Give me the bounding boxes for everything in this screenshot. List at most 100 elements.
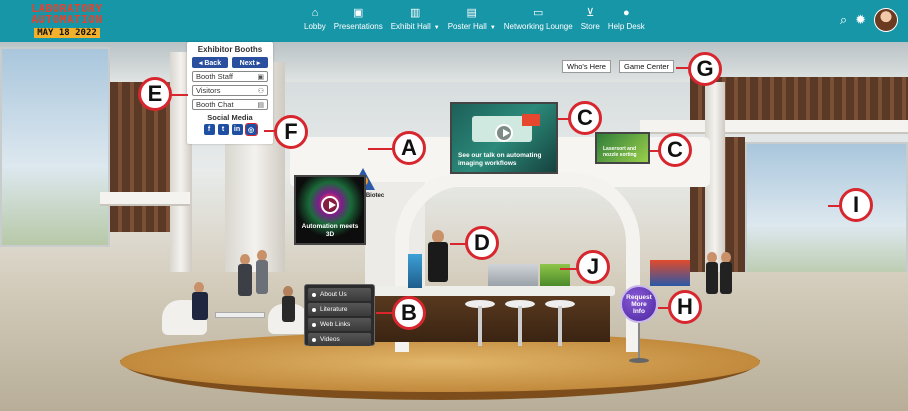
- chevron-down-icon: ▼: [433, 25, 440, 31]
- twitter-icon[interactable]: t: [217, 124, 229, 135]
- presentation-icon: ▣: [353, 7, 364, 19]
- callout-c-main: C: [568, 101, 602, 135]
- right-balcony: [640, 120, 908, 134]
- social-media-links: f t in ◎: [192, 123, 268, 136]
- field-label: Booth Chat: [196, 100, 234, 109]
- facebook-icon[interactable]: f: [203, 124, 215, 135]
- stool-leg: [478, 306, 482, 346]
- stool-leg: [558, 306, 562, 346]
- booth-chat-field[interactable]: Booth Chat ▤: [192, 99, 268, 110]
- lab-device[interactable]: [408, 254, 422, 288]
- exhibitor-panel-title: Exhibitor Booths: [197, 45, 263, 54]
- nav-label: Lobby: [304, 22, 326, 31]
- callout-h: H: [668, 290, 702, 324]
- ceiling: [0, 42, 908, 82]
- nav-label: Networking Lounge: [503, 22, 573, 31]
- right-window: [745, 142, 908, 282]
- menu-item-videos[interactable]: Videos: [308, 333, 371, 346]
- building-icon: ▥: [410, 7, 421, 19]
- chevron-down-icon: ▼: [489, 25, 496, 31]
- person-body: [706, 262, 718, 294]
- instagram-icon[interactable]: ◎: [244, 123, 258, 136]
- nav-exhibit-hall[interactable]: ▥ Exhibit Hall ▼: [387, 6, 444, 34]
- menu-item-web-links[interactable]: Web Links: [308, 318, 371, 331]
- top-navigation-bar: LABORATORY AUTOMATION MAY 18 2022 ⌂ Lobb…: [0, 0, 908, 42]
- person-body: [256, 260, 268, 294]
- home-icon: ⌂: [311, 7, 319, 19]
- nav-label: Poster Hall ▼: [448, 21, 496, 34]
- gear-icon[interactable]: ✹: [855, 12, 866, 28]
- avatar[interactable]: [874, 8, 898, 32]
- search-icon[interactable]: ⌕: [840, 12, 847, 28]
- bullet-icon: [312, 307, 316, 312]
- booth-staff-field[interactable]: Booth Staff ▣: [192, 71, 268, 82]
- main-nav: ⌂ Lobby ▣ Presentations ▥ Exhibit Hall ▼ …: [300, 6, 649, 34]
- callout-j: J: [576, 250, 610, 284]
- automation-video-screen[interactable]: Automation meets 3D: [294, 175, 366, 245]
- field-label: Visitors: [196, 86, 221, 95]
- callout-e: E: [138, 77, 172, 111]
- field-label: Booth Staff: [196, 72, 233, 81]
- request-line-3: Info: [633, 307, 645, 315]
- menu-item-about-us[interactable]: About Us: [308, 288, 371, 301]
- nav-presentations[interactable]: ▣ Presentations: [330, 6, 387, 34]
- main-video-screen[interactable]: See our talk on automating imaging workf…: [450, 102, 558, 174]
- help-icon: ●: [622, 7, 630, 19]
- request-sign-pole: [638, 322, 640, 360]
- request-line-1: Request: [626, 293, 652, 301]
- nav-label: Help Desk: [607, 22, 645, 31]
- event-logo[interactable]: LABORATORY AUTOMATION MAY 18 2022: [22, 3, 112, 38]
- booth-resources-menu: About Us Literature Web Links Videos: [304, 284, 375, 346]
- menu-label: Literature: [320, 306, 348, 313]
- play-icon[interactable]: [495, 123, 513, 142]
- callout-c-small: C: [658, 133, 692, 167]
- lab-device[interactable]: [488, 264, 538, 286]
- lab-device[interactable]: [650, 260, 690, 286]
- nav-label-text: Exhibit Hall: [390, 22, 431, 31]
- nav-label: Exhibit Hall ▼: [391, 21, 440, 34]
- nav-label: Presentations: [333, 22, 383, 31]
- back-button[interactable]: ◂ Back: [192, 57, 228, 68]
- logo-line-2: AUTOMATION: [31, 13, 103, 26]
- device-accent: [522, 114, 540, 126]
- nav-store[interactable]: ⊻ Store: [577, 6, 604, 34]
- menu-label: About Us: [320, 291, 347, 298]
- next-button[interactable]: Next ▸: [232, 57, 268, 68]
- person-body: [720, 262, 732, 294]
- callout-g: G: [688, 52, 722, 86]
- nav-poster-hall[interactable]: ▤ Poster Hall ▼: [444, 6, 500, 34]
- secondary-video-screen[interactable]: Lasersort and nozzle sorting: [595, 132, 650, 164]
- exhibitor-booths-panel: Exhibitor Booths ◂ Back Next ▸ Booth Sta…: [187, 42, 273, 144]
- nav-lobby[interactable]: ⌂ Lobby: [300, 6, 330, 34]
- request-line-2: More: [631, 300, 647, 308]
- logo-date: MAY 18 2022: [34, 28, 100, 38]
- social-media-title: Social Media: [207, 113, 253, 122]
- play-icon[interactable]: [321, 195, 339, 214]
- person-body: [428, 242, 448, 282]
- linkedin-icon[interactable]: in: [231, 124, 243, 135]
- nav-networking-lounge[interactable]: ▭ Networking Lounge: [500, 6, 577, 34]
- video-caption: Lasersort and nozzle sorting: [603, 146, 637, 158]
- callout-i: I: [839, 188, 873, 222]
- nav-label-text: Poster Hall: [447, 22, 487, 31]
- callout-b: B: [392, 296, 426, 330]
- game-center-button[interactable]: Game Center: [619, 60, 675, 73]
- person-body: [282, 296, 295, 322]
- lounge-table: [215, 312, 265, 318]
- request-more-info-button[interactable]: Request More Info: [620, 285, 658, 323]
- whos-here-button[interactable]: Who's Here: [562, 60, 611, 73]
- stool-leg: [518, 306, 522, 346]
- callout-f: F: [274, 115, 308, 149]
- left-balcony: [100, 192, 190, 206]
- visitors-field[interactable]: Visitors ⚇: [192, 85, 268, 96]
- bullet-icon: [312, 337, 316, 342]
- menu-item-literature[interactable]: Literature: [308, 303, 371, 316]
- booth-navigation: ◂ Back Next ▸: [192, 57, 268, 68]
- staff-icon: ▣: [257, 73, 264, 81]
- nav-help-desk[interactable]: ● Help Desk: [604, 6, 649, 34]
- person-body: [192, 292, 208, 320]
- bullet-icon: [312, 322, 316, 327]
- left-window: [0, 47, 110, 247]
- person-body: [238, 264, 252, 296]
- callout-a: A: [392, 131, 426, 165]
